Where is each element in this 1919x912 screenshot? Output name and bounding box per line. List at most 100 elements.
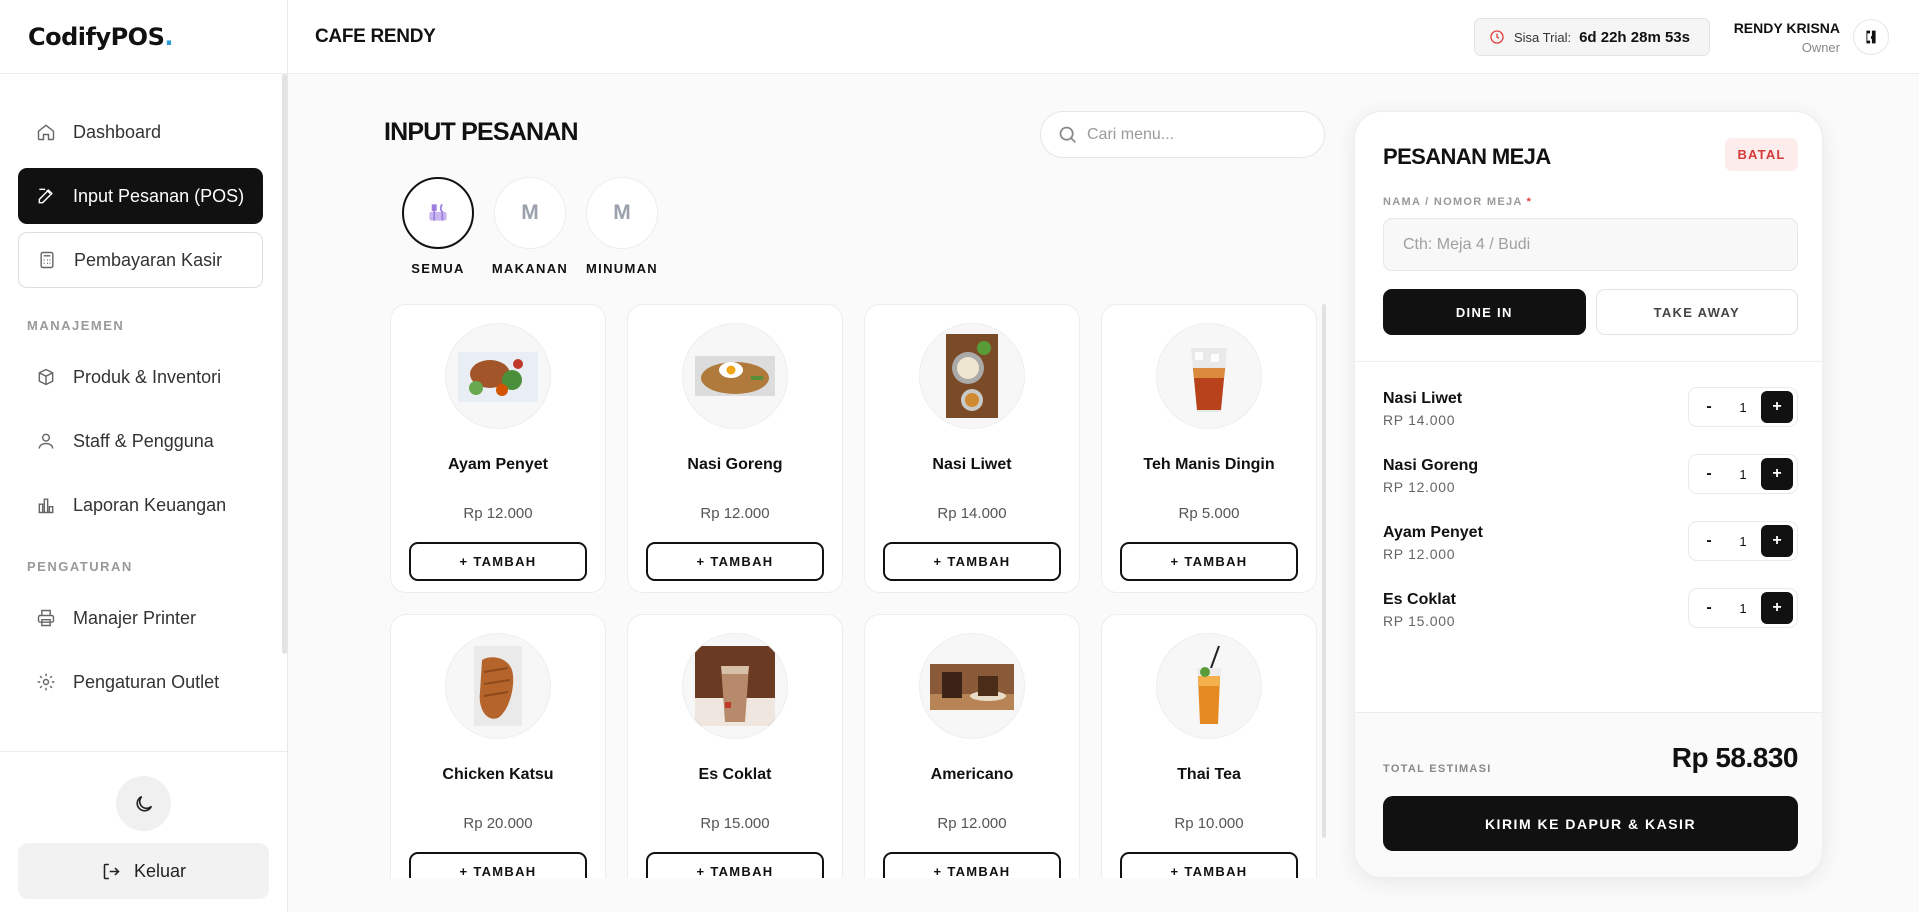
sidebar-item-label: Input Pesanan (POS) (73, 185, 245, 206)
sidebar-item-manajer-printer[interactable]: Manajer Printer (18, 590, 263, 646)
add-to-order-button[interactable]: + TAMBAH (409, 542, 587, 581)
product-name: Nasi Goreng (687, 456, 783, 473)
nasi-liwet-image (946, 334, 998, 418)
order-type-toggle: DINE IN TAKE AWAY (1383, 289, 1798, 335)
order-item: Nasi Goreng RP 12.000 - 1 + (1383, 454, 1798, 524)
decrease-button[interactable]: - (1693, 391, 1725, 423)
category-circle (402, 177, 474, 249)
sidebar-item-laporan-keuangan[interactable]: Laporan Keuangan (18, 477, 263, 533)
product-card: Teh Manis Dingin Rp 5.000 + TAMBAH (1101, 304, 1317, 593)
category-circle: M (494, 177, 566, 249)
quantity-stepper: - 1 + (1688, 588, 1798, 628)
product-image (919, 633, 1025, 739)
cancel-order-button[interactable]: BATAL (1725, 138, 1798, 171)
sidebar-item-label: Pengaturan Outlet (73, 671, 220, 692)
add-to-order-button[interactable]: + TAMBAH (1120, 852, 1298, 878)
add-to-order-button[interactable]: + TAMBAH (409, 852, 587, 878)
increase-button[interactable]: + (1760, 525, 1793, 557)
bar-chart-icon (38, 498, 54, 514)
thai-tea-image (1197, 645, 1221, 724)
sidebar-item-label: Manajer Printer (73, 607, 197, 628)
dine-in-button[interactable]: DINE IN (1383, 289, 1586, 335)
box-icon (38, 368, 54, 386)
add-to-order-button[interactable]: + TAMBAH (646, 542, 824, 581)
logout-button[interactable]: Keluar (18, 843, 269, 899)
send-to-kitchen-button[interactable]: KIRIM KE DAPUR & KASIR (1383, 796, 1798, 851)
avatar[interactable] (1853, 19, 1889, 55)
decrease-button[interactable]: - (1693, 458, 1725, 490)
calculator-icon (40, 251, 54, 269)
category-filter: SEMUA M MAKANAN M MINUMAN (392, 177, 668, 276)
product-name: Ayam Penyet (448, 456, 548, 473)
trial-countdown: 6d 22h 28m 53s (1579, 28, 1690, 46)
sidebar-scrollbar[interactable] (282, 74, 287, 654)
page-title: INPUT PESANAN (384, 118, 579, 146)
product-price: Rp 14.000 (937, 505, 1007, 522)
order-panel: PESANAN MEJA BATAL NAMA / NOMOR MEJA * D… (1354, 111, 1823, 878)
category-semua[interactable]: SEMUA (392, 177, 484, 276)
menu-search[interactable] (1040, 111, 1325, 158)
home-icon (37, 124, 55, 141)
category-makanan[interactable]: M MAKANAN (484, 177, 576, 276)
store-name: CAFE RENDY (315, 26, 436, 47)
add-to-order-button[interactable]: + TAMBAH (883, 542, 1061, 581)
product-card: Americano Rp 12.000 + TAMBAH (864, 614, 1080, 878)
sidebar-item-input-pesanan[interactable]: Input Pesanan (POS) (18, 168, 263, 224)
sidebar-item-dashboard[interactable]: Dashboard (18, 104, 263, 160)
app-logo[interactable]: CodifyPOS. (28, 23, 173, 51)
decrease-button[interactable]: - (1693, 525, 1725, 557)
printer-icon (37, 609, 55, 627)
product-name: Thai Tea (1177, 766, 1241, 783)
product-card: Nasi Liwet Rp 14.000 + TAMBAH (864, 304, 1080, 593)
logout-label: Keluar (133, 860, 187, 881)
logout-icon (103, 863, 120, 879)
sidebar: CodifyPOS. Dashboard Input Pesanan (POS)… (0, 0, 288, 912)
product-name: Es Coklat (698, 766, 772, 783)
product-image (682, 633, 788, 739)
increase-button[interactable]: + (1760, 391, 1793, 423)
table-name-input[interactable] (1383, 218, 1798, 271)
quantity-stepper: - 1 + (1688, 521, 1798, 561)
add-to-order-button[interactable]: + TAMBAH (1120, 542, 1298, 581)
quantity-value: 1 (1739, 399, 1747, 415)
product-grid-scrollbar[interactable] (1322, 304, 1326, 838)
category-minuman[interactable]: M MINUMAN (576, 177, 668, 276)
sidebar-item-label: Pembayaran Kasir (74, 249, 223, 270)
user-name: RENDY KRISNA (1733, 20, 1840, 36)
product-name: Chicken Katsu (442, 766, 554, 783)
product-image (919, 323, 1025, 429)
product-card: Ayam Penyet Rp 12.000 + TAMBAH (390, 304, 606, 593)
sidebar-item-produk-inventori[interactable]: Produk & Inventori (18, 349, 263, 405)
trial-label: Sisa Trial: (1514, 29, 1572, 45)
decrease-button[interactable]: - (1693, 592, 1725, 624)
product-price: Rp 12.000 (463, 505, 533, 522)
product-price: Rp 12.000 (937, 815, 1007, 832)
add-to-order-button[interactable]: + TAMBAH (883, 852, 1061, 878)
category-circle: M (586, 177, 658, 249)
gear-icon (37, 673, 55, 691)
sidebar-nav: Dashboard Input Pesanan (POS) Pembayaran… (18, 104, 263, 718)
sidebar-item-pembayaran-kasir[interactable]: Pembayaran Kasir (18, 232, 263, 288)
take-away-button[interactable]: TAKE AWAY (1595, 289, 1798, 335)
search-input[interactable] (1087, 125, 1307, 144)
sidebar-item-pengaturan-outlet[interactable]: Pengaturan Outlet (18, 654, 263, 710)
increase-button[interactable]: + (1760, 458, 1793, 490)
section-title-settings: PENGATURAN (27, 559, 133, 574)
product-price: Rp 10.000 (1174, 815, 1244, 832)
product-card: Chicken Katsu Rp 20.000 + TAMBAH (390, 614, 606, 878)
top-header: CAFE RENDY Sisa Trial: 6d 22h 28m 53s RE… (288, 0, 1919, 74)
section-title-management: MANAJEMEN (27, 318, 125, 333)
add-to-order-button[interactable]: + TAMBAH (646, 852, 824, 878)
category-label: SEMUA (411, 261, 465, 276)
ayam-penyet-image (458, 352, 538, 402)
users-icon (38, 433, 54, 449)
dark-mode-toggle[interactable] (116, 776, 171, 831)
utensils-icon (429, 203, 447, 221)
product-image (445, 633, 551, 739)
sidebar-footer: Keluar (0, 751, 287, 912)
logo-area: CodifyPOS. (0, 0, 287, 74)
increase-button[interactable]: + (1760, 592, 1793, 624)
sidebar-item-staff-pengguna[interactable]: Staff & Pengguna (18, 413, 263, 469)
product-image (1156, 633, 1262, 739)
quantity-value: 1 (1739, 533, 1747, 549)
